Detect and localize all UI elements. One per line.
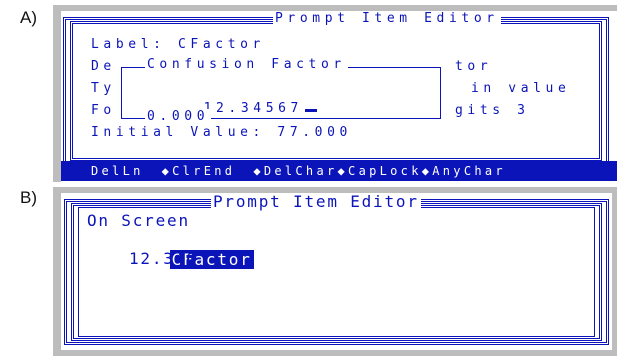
prompt-item-editor-screen-b: Prompt Item Editor On Screen CFactor 12.… (61, 193, 612, 350)
type-suffix: in value (471, 81, 571, 96)
popup-title: Confusion Factor (145, 57, 348, 73)
popup-value-text: 12.34567 (203, 101, 303, 116)
format-prefix: Fo (91, 103, 116, 118)
on-screen-item-value[interactable]: 12.346 (129, 249, 198, 269)
label-line: Label: CFactor (91, 37, 265, 52)
type-prefix: Ty (91, 81, 116, 96)
panel-a-frame: Prompt Item Editor Label: CFactor De tor… (53, 5, 617, 182)
menu-item-anychar[interactable]: ◆AnyChar (422, 164, 506, 178)
description-prefix: De (91, 59, 116, 74)
editor-b-title: Prompt Item Editor (211, 193, 421, 211)
on-screen-heading: On Screen (87, 211, 190, 230)
popup-bottom-value: 0.000 (145, 109, 212, 125)
menu-item-delchar[interactable]: ◆DelChar (253, 164, 337, 178)
prompt-item-editor-screen-a: Prompt Item Editor Label: CFactor De tor… (61, 11, 617, 182)
menu-item-caplock[interactable]: ◆CapLock (338, 164, 422, 178)
editor-menu-bar: DelLn ◆ClrEnd ◆DelChar◆CapLock◆AnyChar (61, 161, 617, 181)
panel-b-frame: Prompt Item Editor On Screen CFactor 12.… (53, 187, 617, 356)
format-suffix: gits 3 (455, 103, 530, 118)
panel-label-a: A) (20, 8, 37, 27)
menu-item-delln[interactable]: DelLn (91, 164, 144, 178)
description-suffix: tor (455, 59, 493, 74)
panel-label-b: B) (20, 188, 37, 207)
text-cursor-icon (304, 109, 317, 112)
editor-title: Prompt Item Editor (273, 11, 501, 27)
menu-item-clrend[interactable]: ◆ClrEnd (162, 164, 236, 178)
